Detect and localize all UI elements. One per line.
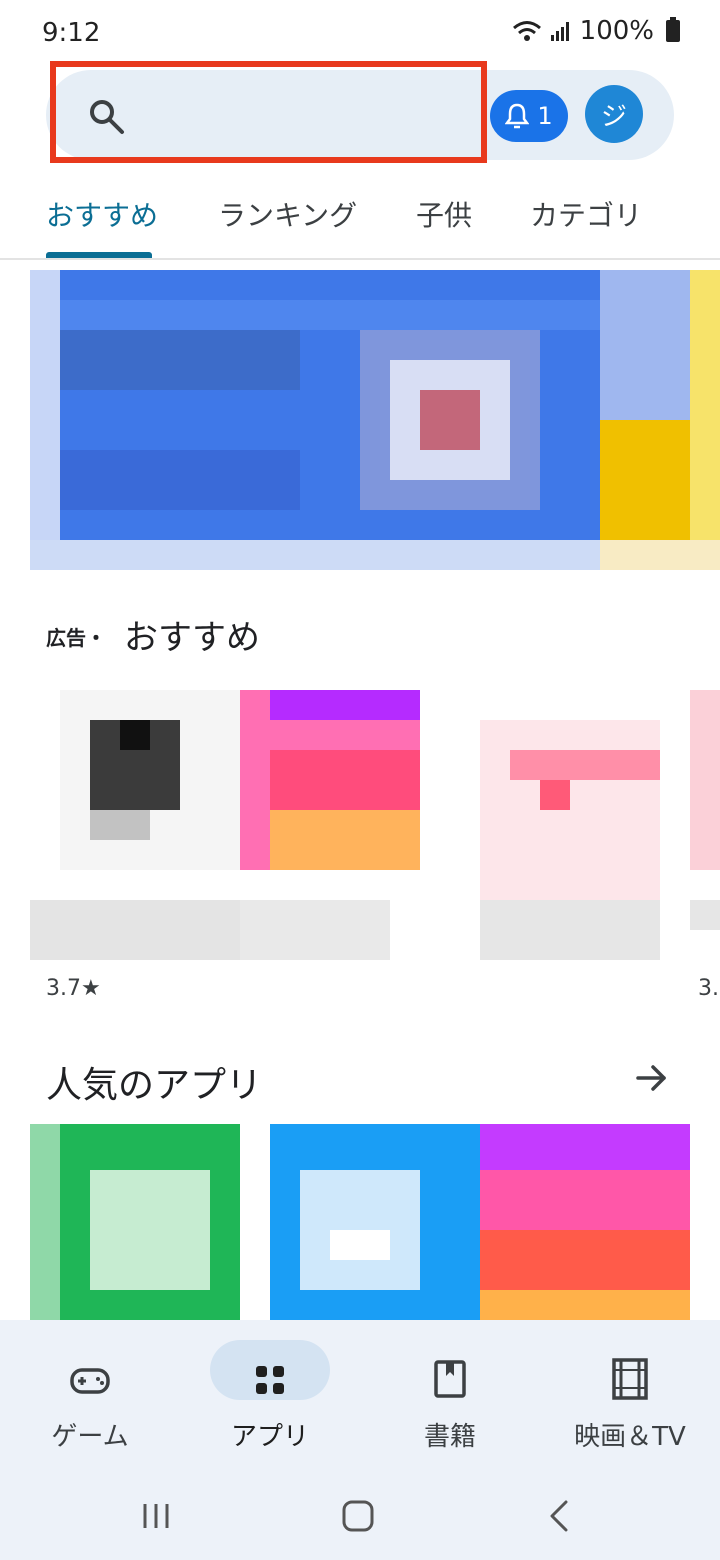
signal-icon — [550, 22, 569, 41]
ad-label: 広告・ — [46, 626, 106, 650]
status-bar: 9:12 100% — [0, 0, 720, 70]
tab-bar: おすすめ ランキング 子供 カテゴリ — [0, 180, 720, 260]
notification-button[interactable]: 1 — [490, 90, 568, 142]
home-icon[interactable] — [338, 1496, 378, 1536]
search-icon[interactable] — [86, 96, 126, 136]
app-icon-card[interactable] — [60, 690, 240, 870]
app-icon-card[interactable] — [270, 1124, 480, 1320]
tab-ranking[interactable]: ランキング — [218, 194, 357, 234]
gamepad-icon — [70, 1368, 110, 1394]
notification-count: 1 — [537, 102, 553, 130]
tab-active-indicator — [46, 252, 152, 258]
tab-kids[interactable]: 子供 — [416, 194, 472, 234]
app-icon-card[interactable] — [30, 1124, 240, 1320]
app-icon-card[interactable] — [480, 720, 660, 900]
back-icon[interactable] — [542, 1496, 578, 1536]
promo-banner[interactable] — [30, 270, 720, 570]
status-time: 9:12 — [42, 18, 101, 48]
nav-label: 書籍 — [423, 1422, 476, 1452]
app-name-placeholder — [240, 900, 390, 960]
nav-label: ゲーム — [51, 1422, 129, 1452]
status-icons: 100% — [512, 16, 680, 46]
bell-icon — [505, 103, 530, 129]
app-icon-card[interactable] — [480, 1124, 690, 1320]
tab-recommended[interactable]: おすすめ — [46, 194, 158, 234]
app-name-placeholder — [690, 900, 720, 930]
wifi-icon — [512, 21, 541, 41]
system-navigation-bar — [0, 1480, 720, 1560]
avatar[interactable]: ジ — [585, 85, 643, 143]
battery-percent: 100% — [579, 16, 654, 46]
nav-label: 映画＆TV — [574, 1422, 686, 1452]
section-title-recommended: おすすめ — [124, 618, 260, 658]
section-title-popular: 人気のアプリ — [46, 1065, 263, 1106]
app-name-placeholder — [480, 900, 660, 960]
tab-categories[interactable]: カテゴリ — [530, 194, 642, 234]
app-rating: 3.7★ — [46, 976, 101, 1001]
nav-label: アプリ — [230, 1422, 309, 1452]
app-icon-card[interactable] — [690, 690, 720, 870]
book-icon — [434, 1360, 466, 1398]
app-name-placeholder — [30, 900, 240, 960]
recent-apps-icon[interactable] — [138, 1498, 174, 1534]
app-rating: 3. — [698, 976, 719, 1001]
film-icon — [612, 1358, 648, 1400]
arrow-right-icon[interactable] — [634, 1060, 670, 1096]
battery-icon — [666, 17, 680, 42]
app-icon-card[interactable] — [240, 690, 420, 870]
apps-icon — [256, 1366, 284, 1394]
